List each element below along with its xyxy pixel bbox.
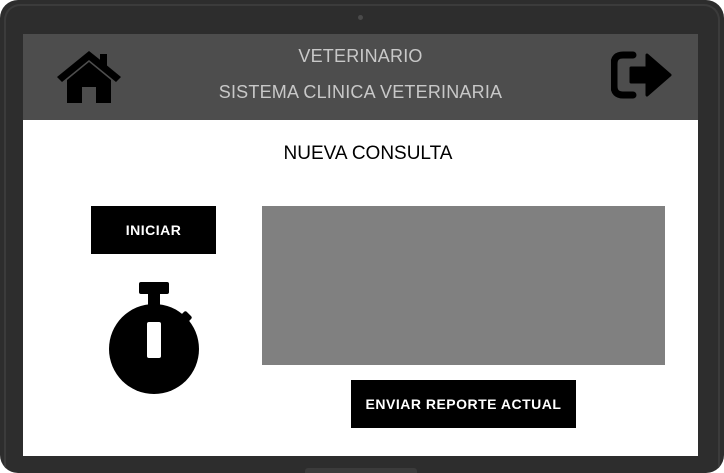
stopwatch-icon xyxy=(107,282,201,398)
logout-button[interactable] xyxy=(610,49,673,101)
page-title: NUEVA CONSULTA xyxy=(283,143,453,164)
report-area[interactable] xyxy=(262,206,665,365)
app-screen: VETERINARIO SISTEMA CLINICA VETERINARIA … xyxy=(23,34,698,456)
device-bottom-notch xyxy=(305,468,417,473)
app-header: VETERINARIO SISTEMA CLINICA VETERINARIA xyxy=(23,34,698,120)
send-report-button[interactable]: ENVIAR REPORTE ACTUAL xyxy=(351,380,576,428)
app-title: VETERINARIO xyxy=(298,46,423,66)
sign-out-icon xyxy=(610,51,672,99)
start-consultation-button[interactable]: INICIAR xyxy=(91,206,216,254)
device-frame: VETERINARIO SISTEMA CLINICA VETERINARIA … xyxy=(0,0,724,473)
camera-dot xyxy=(358,15,363,20)
app-subtitle: SISTEMA CLINICA VETERINARIA xyxy=(218,82,503,102)
